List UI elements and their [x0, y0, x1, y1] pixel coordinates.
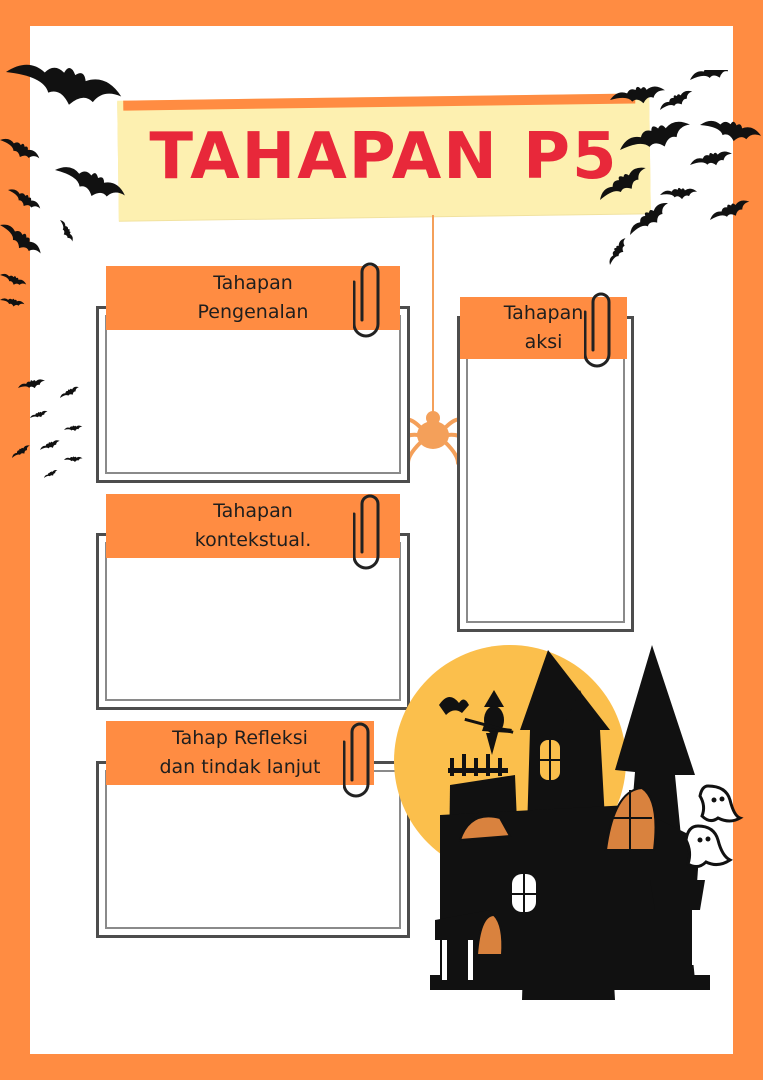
paperclip-icon: [343, 722, 370, 798]
bat-icon: [0, 55, 129, 289]
paperclip-icon: [353, 494, 380, 570]
bat-icon: [0, 296, 83, 481]
witch-icon: [439, 690, 514, 755]
paperclip-icon: [584, 292, 611, 368]
paperclip-icon: [353, 262, 380, 338]
stage-label-refleksi: Tahap Refleksi dan tindak lanjut: [106, 721, 374, 785]
bat-icon: [595, 70, 763, 268]
ghost-icon: [684, 784, 744, 869]
page-title: TAHAPAN P5: [149, 120, 619, 194]
